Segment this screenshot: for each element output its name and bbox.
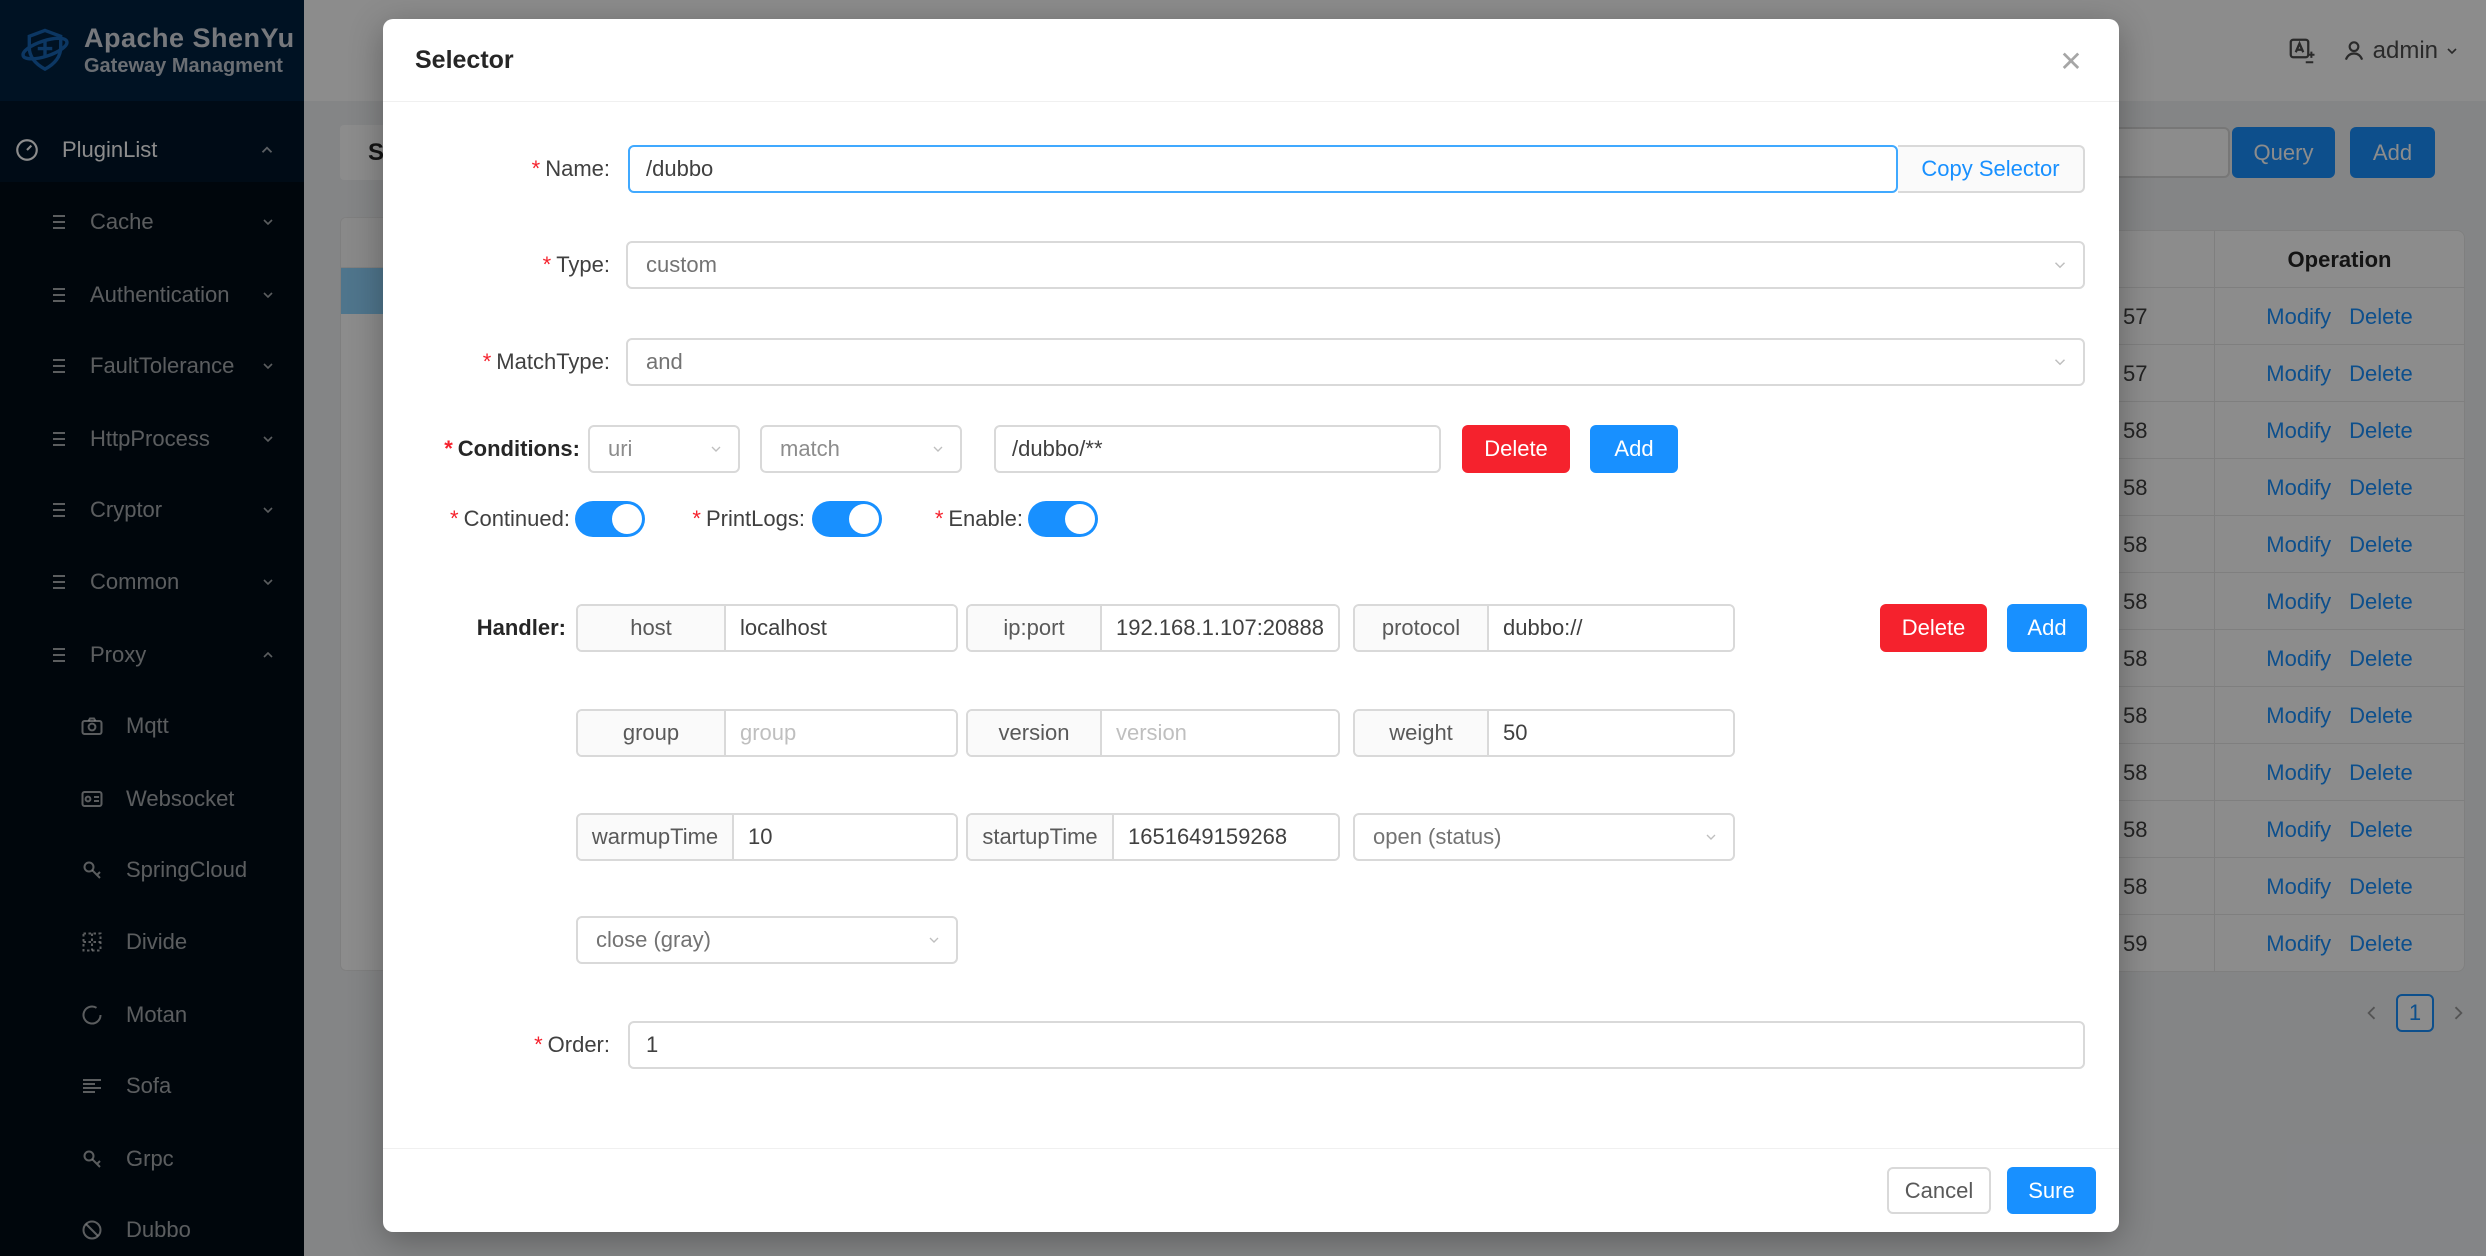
- gray-select[interactable]: close (gray): [576, 916, 958, 964]
- warmuptime-input[interactable]: [734, 815, 956, 859]
- handler-group-group: group: [576, 709, 958, 757]
- selector-modal: Selector ✕ * Name: Copy Selector * Type:…: [383, 19, 2119, 1232]
- handler-host-group: host: [576, 604, 958, 652]
- handler-weight-group: weight: [1353, 709, 1735, 757]
- condition-operator-select[interactable]: match: [760, 425, 962, 473]
- chevron-down-icon: [926, 932, 942, 948]
- ipport-prefix: ip:port: [968, 606, 1102, 650]
- app-root: Apache ShenYu Gateway Managment PluginLi…: [0, 0, 2486, 1256]
- required-mark: *: [692, 506, 701, 532]
- host-prefix: host: [578, 606, 726, 650]
- chevron-down-icon: [930, 441, 946, 457]
- chevron-down-icon: [2051, 256, 2069, 274]
- weight-prefix: weight: [1355, 711, 1489, 755]
- conditions-label: * Conditions:: [383, 425, 580, 473]
- enable-label: * Enable:: [923, 501, 1023, 537]
- condition-add-button[interactable]: Add: [1590, 425, 1678, 473]
- order-label: * Order:: [383, 1021, 610, 1069]
- type-label: * Type:: [383, 241, 610, 289]
- cancel-button[interactable]: Cancel: [1887, 1167, 1991, 1214]
- warmuptime-prefix: warmupTime: [578, 815, 734, 859]
- handler-version-group: version: [966, 709, 1340, 757]
- copy-selector-button[interactable]: Copy Selector: [1898, 145, 2085, 193]
- toggle-knob: [849, 504, 879, 534]
- ipport-input[interactable]: [1102, 606, 1338, 650]
- version-input[interactable]: [1102, 711, 1338, 755]
- version-prefix: version: [968, 711, 1102, 755]
- name-label: * Name:: [383, 145, 610, 193]
- chevron-down-icon: [708, 441, 724, 457]
- handler-ipport-group: ip:port: [966, 604, 1340, 652]
- sure-button[interactable]: Sure: [2007, 1167, 2096, 1214]
- type-select[interactable]: custom: [626, 241, 2085, 289]
- required-mark: *: [935, 506, 944, 532]
- continued-label: * Continued:: [383, 501, 570, 537]
- modal-footer-divider: [383, 1148, 2119, 1149]
- continued-toggle[interactable]: [575, 501, 645, 537]
- host-input[interactable]: [726, 606, 956, 650]
- condition-delete-button[interactable]: Delete: [1462, 425, 1570, 473]
- protocol-input[interactable]: [1489, 606, 1733, 650]
- handler-delete-button[interactable]: Delete: [1880, 604, 1987, 652]
- printlogs-label: * PrintLogs:: [683, 501, 805, 537]
- group-prefix: group: [578, 711, 726, 755]
- close-icon[interactable]: ✕: [2049, 39, 2093, 83]
- required-mark: *: [543, 252, 552, 278]
- required-mark: *: [444, 436, 453, 462]
- order-input[interactable]: [628, 1021, 2085, 1069]
- toggle-knob: [612, 504, 642, 534]
- required-mark: *: [534, 1032, 543, 1058]
- required-mark: *: [532, 156, 541, 182]
- startuptime-input[interactable]: [1114, 815, 1338, 859]
- printlogs-toggle[interactable]: [812, 501, 882, 537]
- matchtype-label: * MatchType:: [383, 338, 610, 386]
- name-input[interactable]: [628, 145, 1898, 193]
- chevron-down-icon: [2051, 353, 2069, 371]
- condition-param-select[interactable]: uri: [588, 425, 740, 473]
- required-mark: *: [483, 349, 492, 375]
- handler-protocol-group: protocol: [1353, 604, 1735, 652]
- handler-add-button[interactable]: Add: [2007, 604, 2087, 652]
- handler-startuptime-group: startupTime: [966, 813, 1340, 861]
- condition-value-input[interactable]: [994, 425, 1441, 473]
- protocol-prefix: protocol: [1355, 606, 1489, 650]
- status-select[interactable]: open (status): [1353, 813, 1735, 861]
- group-input[interactable]: [726, 711, 956, 755]
- chevron-down-icon: [1703, 829, 1719, 845]
- enable-toggle[interactable]: [1028, 501, 1098, 537]
- handler-warmuptime-group: warmupTime: [576, 813, 958, 861]
- matchtype-select[interactable]: and: [626, 338, 2085, 386]
- toggle-knob: [1065, 504, 1095, 534]
- required-mark: *: [450, 506, 459, 532]
- handler-label: Handler:: [383, 604, 566, 652]
- modal-title: Selector: [415, 19, 514, 102]
- modal-header: Selector ✕: [383, 19, 2119, 102]
- weight-input[interactable]: [1489, 711, 1733, 755]
- startuptime-prefix: startupTime: [968, 815, 1114, 859]
